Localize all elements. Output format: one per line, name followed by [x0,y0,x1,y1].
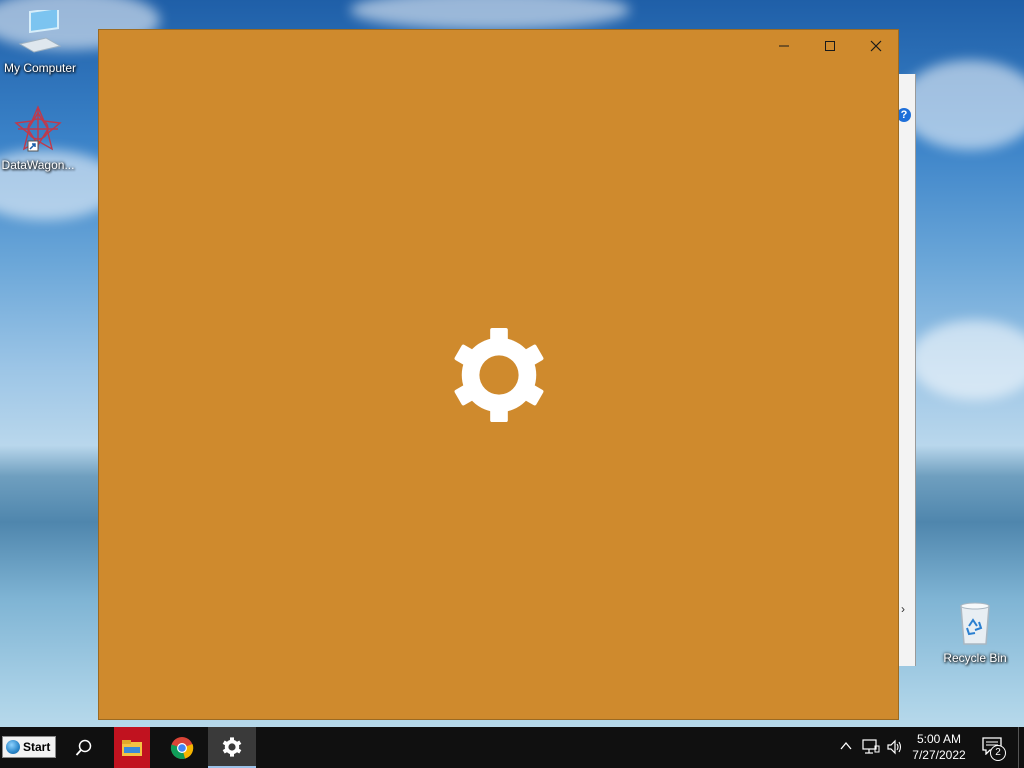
desktop-icon-label: My Computer [3,61,77,75]
close-icon [870,40,882,52]
minimize-icon [779,45,789,47]
taskbar-search-button[interactable] [62,727,106,768]
action-center-button[interactable]: 2 [982,737,1006,761]
settings-window[interactable] [98,29,899,720]
windows-orb-icon [6,740,20,754]
taskbar-clock[interactable]: 5:00 AM 7/27/2022 [904,731,974,763]
desktop-icon-label: DataWagon... [1,158,75,172]
search-icon [75,739,92,756]
show-hidden-icons-button[interactable] [840,739,852,757]
volume-button[interactable] [886,739,904,760]
taskbar-chrome[interactable] [160,727,204,768]
taskbar-file-explorer[interactable] [114,727,150,768]
datawagon-icon [14,105,62,152]
taskbar-settings[interactable] [208,727,256,768]
desktop-icon-my-computer[interactable]: My Computer [0,6,80,75]
taskbar: Start 5:00 AM 7/27/2022 2 [0,727,1024,768]
sky-cloud [350,0,630,30]
show-desktop-button[interactable] [1018,727,1024,768]
chrome-icon [170,736,194,759]
desktop-icon-label: Recycle Bin [943,651,1007,665]
scroll-right-icon[interactable]: › [901,602,905,616]
speaker-icon [887,739,902,755]
desktop-icon-datawagon[interactable]: DataWagon... [0,105,78,172]
help-icon[interactable]: ? [897,108,911,122]
recycle-bin-icon [960,602,990,645]
settings-icon [222,736,242,757]
start-label: Start [23,740,51,754]
notification-count-badge: 2 [990,745,1006,761]
clock-date: 7/27/2022 [912,748,966,762]
network-button[interactable] [862,739,880,760]
file-explorer-icon [122,739,142,756]
chevron-up-icon [840,741,852,750]
start-button[interactable]: Start [2,736,56,758]
sky-cloud [910,320,1024,400]
sky-cloud [900,60,1024,150]
computer-icon [18,6,62,53]
maximize-button[interactable] [807,30,853,62]
gear-icon [454,327,544,423]
desktop-icon-recycle-bin[interactable]: Recycle Bin [935,600,1015,665]
minimize-button[interactable] [761,30,807,62]
close-button[interactable] [853,30,899,62]
clock-time: 5:00 AM [916,732,962,746]
maximize-icon [825,41,835,51]
network-icon [862,739,880,754]
